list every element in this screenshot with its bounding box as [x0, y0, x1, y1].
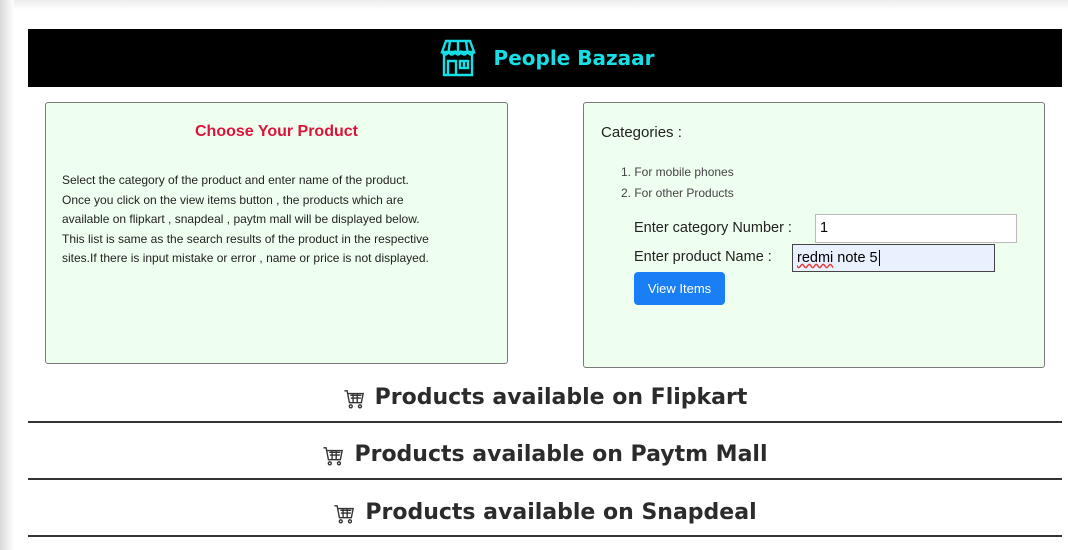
section-title: Products available on Snapdeal — [365, 499, 757, 525]
intro-line: Once you click on the view items button … — [62, 192, 404, 207]
snapdeal-section-header: Products available on Snapdeal — [28, 496, 1062, 528]
storefront-icon — [439, 39, 476, 77]
section-title: Products available on Paytm Mall — [354, 441, 768, 467]
paytm-section-header: Products available on Paytm Mall — [28, 438, 1062, 470]
search-form-card: Categories : 1. For mobile phones 2. For… — [583, 102, 1045, 368]
window-left-shadow — [0, 0, 14, 550]
cart-icon — [334, 505, 355, 524]
divider — [28, 535, 1062, 537]
intro-line: This list is same as the search results … — [62, 231, 429, 246]
navbar: People Bazaar — [28, 29, 1062, 87]
intro-text: Select the category of the product and e… — [62, 171, 498, 269]
categories-list: 1. For mobile phones 2. For other Produc… — [621, 162, 734, 204]
category-number-value: 1 — [820, 220, 829, 236]
divider — [28, 421, 1062, 423]
category-number-label: Enter category Number : — [634, 220, 792, 236]
intro-line: available on flipkart , snapdeal , paytm… — [62, 212, 420, 226]
flipkart-section-header: Products available on Flipkart — [28, 381, 1062, 413]
categories-title: Categories : — [601, 124, 682, 141]
product-name-label: Enter product Name : — [634, 249, 772, 265]
intro-card: Choose Your Product Select the category … — [45, 102, 508, 364]
brand-name: People Bazaar — [493, 46, 655, 70]
product-name-value-misspelled: redmi — [797, 250, 834, 266]
cart-icon — [323, 447, 344, 466]
intro-line: Select the category of the product and e… — [62, 173, 409, 187]
category-number-input[interactable]: 1 — [815, 214, 1017, 243]
product-name-value: note 5 — [833, 250, 878, 266]
text-caret — [878, 250, 880, 266]
cart-icon — [343, 390, 364, 409]
view-items-button[interactable]: View Items — [634, 272, 725, 305]
section-title: Products available on Flipkart — [374, 384, 748, 410]
divider — [28, 478, 1062, 480]
brand[interactable]: People Bazaar — [436, 36, 655, 80]
intro-title: Choose Your Product — [195, 123, 358, 140]
category-item: 1. For mobile phones — [621, 165, 734, 179]
product-name-input[interactable]: redmi note 5 — [792, 244, 995, 272]
category-item: 2. For other Products — [621, 186, 734, 200]
intro-line: sites.If there is input mistake or error… — [62, 251, 429, 265]
window-top-shadow — [0, 0, 1068, 10]
